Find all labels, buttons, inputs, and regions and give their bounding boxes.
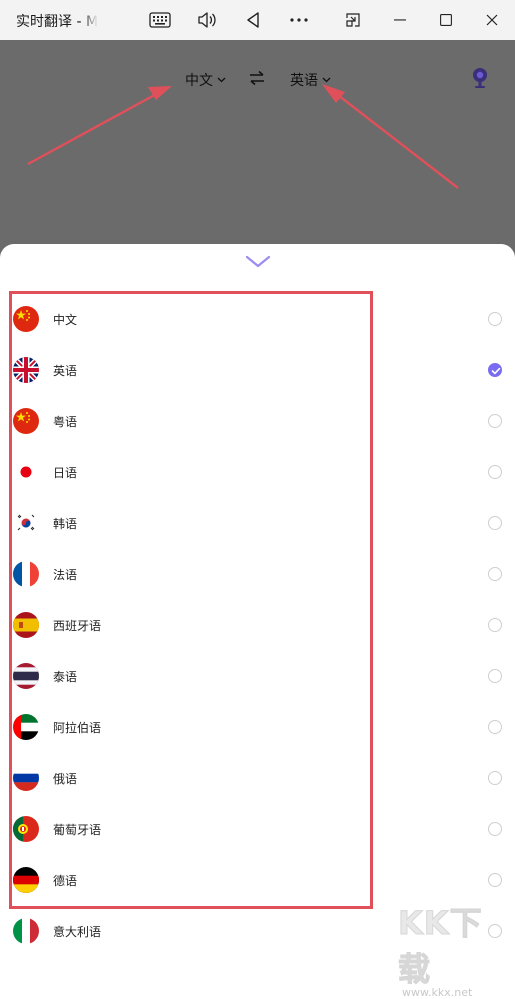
portugal-flag-icon <box>13 816 39 842</box>
radio-icon[interactable] <box>488 720 502 734</box>
minimize-icon[interactable] <box>380 0 420 40</box>
radio-checked-icon[interactable] <box>488 363 502 377</box>
source-language-select[interactable]: 中文 <box>185 70 226 90</box>
language-row[interactable]: 俄语 <box>0 753 515 804</box>
radio-icon[interactable] <box>488 771 502 785</box>
title-bar: 实时翻译 - M <box>0 0 515 40</box>
language-label: 泰语 <box>53 670 78 684</box>
language-row[interactable]: 粤语 <box>0 396 515 447</box>
uk-flag-icon <box>13 357 39 383</box>
language-label: 西班牙语 <box>53 619 102 633</box>
language-row[interactable]: 中文 <box>0 294 515 345</box>
back-triangle-icon[interactable] <box>233 0 273 40</box>
language-row[interactable]: 泰语 <box>0 651 515 702</box>
more-icon[interactable] <box>279 0 319 40</box>
language-label: 韩语 <box>53 517 78 531</box>
radio-icon[interactable] <box>488 312 502 326</box>
radio-icon[interactable] <box>488 567 502 581</box>
spain-flag-icon <box>13 612 39 638</box>
maximize-icon[interactable] <box>426 0 466 40</box>
watermark-sub: www.kkx.net <box>402 986 473 999</box>
watermark-main: KK下载 <box>398 904 483 989</box>
italy-flag-icon <box>13 918 39 944</box>
snap-icon[interactable] <box>333 0 373 40</box>
china-flag-icon <box>13 306 39 332</box>
language-label: 俄语 <box>53 772 78 786</box>
language-label: 葡萄牙语 <box>53 823 102 837</box>
thailand-flag-icon <box>13 663 39 689</box>
chevron-down-icon <box>322 77 331 83</box>
radio-icon[interactable] <box>488 414 502 428</box>
language-label: 德语 <box>53 874 78 888</box>
language-row[interactable]: 韩语 <box>0 498 515 549</box>
language-row[interactable]: 阿拉伯语 <box>0 702 515 753</box>
window-title: 实时翻译 - M <box>16 14 98 30</box>
germany-flag-icon <box>13 867 39 893</box>
language-row[interactable]: 法语 <box>0 549 515 600</box>
chevron-down-icon <box>217 77 226 83</box>
language-label: 法语 <box>53 568 78 582</box>
swap-arrows-icon[interactable] <box>248 70 266 90</box>
radio-icon[interactable] <box>488 516 502 530</box>
language-row[interactable]: 英语 <box>0 345 515 396</box>
china-flag-icon <box>13 408 39 434</box>
radio-icon[interactable] <box>488 822 502 836</box>
radio-icon[interactable] <box>488 669 502 683</box>
language-list: 中文英语粤语日语韩语法语西班牙语泰语阿拉伯语俄语葡萄牙语德语意大利语 <box>0 294 515 957</box>
watermark: KK下载 www.kkx.net <box>398 898 508 999</box>
keyboard-icon[interactable] <box>140 0 180 40</box>
source-language-label: 中文 <box>185 73 213 89</box>
close-icon[interactable] <box>472 0 512 40</box>
language-row[interactable]: 西班牙语 <box>0 600 515 651</box>
language-label: 意大利语 <box>53 925 102 939</box>
target-language-label: 英语 <box>290 73 318 89</box>
target-language-select[interactable]: 英语 <box>290 70 331 90</box>
korea-flag-icon <box>13 510 39 536</box>
language-row[interactable]: 葡萄牙语 <box>0 804 515 855</box>
radio-icon[interactable] <box>488 465 502 479</box>
user-avatar-icon[interactable] <box>470 67 490 93</box>
speaker-icon[interactable] <box>187 0 227 40</box>
radio-icon[interactable] <box>488 873 502 887</box>
france-flag-icon <box>13 561 39 587</box>
russia-flag-icon <box>13 765 39 791</box>
japan-flag-icon <box>13 459 39 485</box>
chevron-down-icon[interactable] <box>245 254 271 273</box>
language-label: 英语 <box>53 364 78 378</box>
language-row[interactable]: 日语 <box>0 447 515 498</box>
language-label: 阿拉伯语 <box>53 721 102 735</box>
language-label: 日语 <box>53 466 78 480</box>
language-label: 中文 <box>53 313 78 327</box>
language-label: 粤语 <box>53 415 78 429</box>
uae-flag-icon <box>13 714 39 740</box>
radio-icon[interactable] <box>488 618 502 632</box>
